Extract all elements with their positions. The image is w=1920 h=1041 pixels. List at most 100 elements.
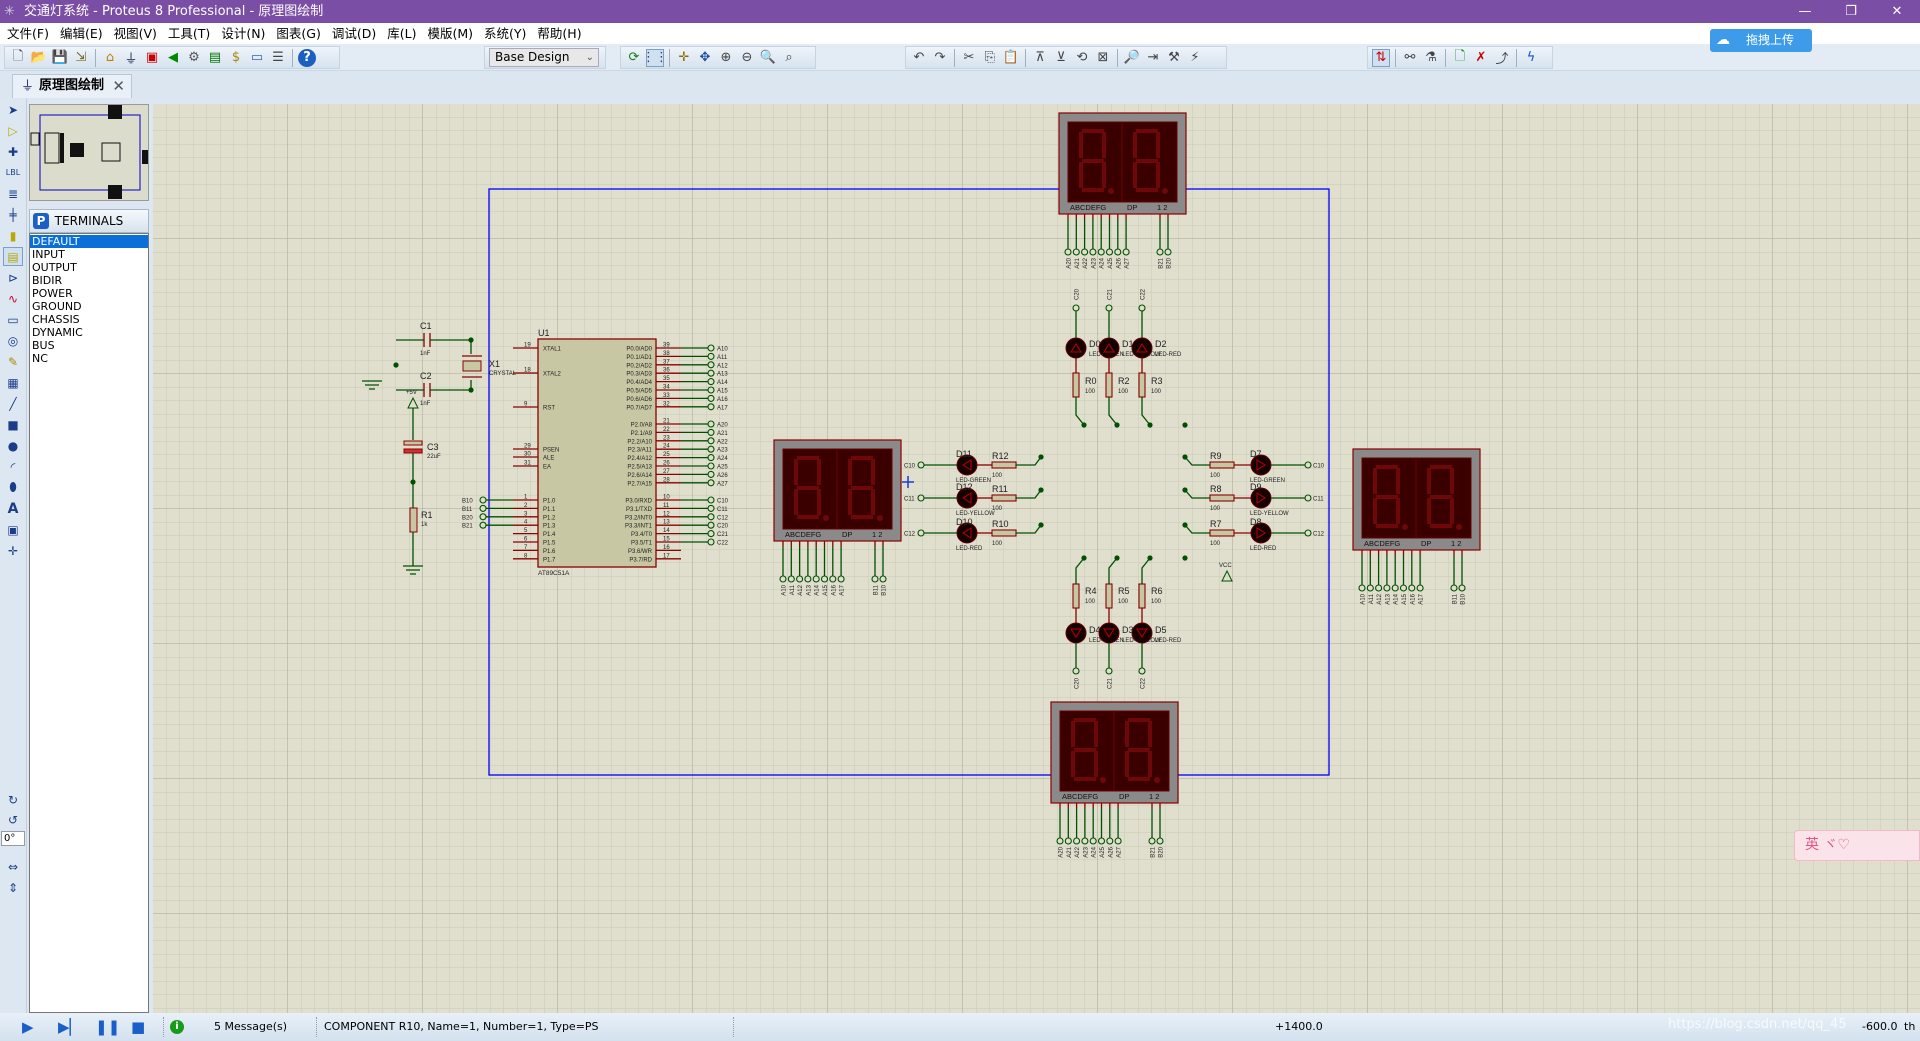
menu-system[interactable]: 系统(Y) xyxy=(481,23,534,44)
text-script-icon[interactable]: ≣ xyxy=(3,184,23,203)
notes-icon[interactable]: ☰ xyxy=(269,49,287,67)
device-pins-icon[interactable]: ⊳ xyxy=(3,268,23,287)
bill-of-materials-icon[interactable]: $ xyxy=(227,49,245,67)
menu-library[interactable]: 库(L) xyxy=(384,23,424,44)
line-icon[interactable]: ╱ xyxy=(3,394,23,413)
block-rotate-icon[interactable]: ⟲ xyxy=(1073,49,1091,67)
terminals-list[interactable]: DEFAULT INPUT OUTPUT BIDIR POWER GROUND … xyxy=(29,233,149,1013)
mirror-vertical-icon[interactable]: ⇕ xyxy=(3,878,23,897)
symbol-icon[interactable]: ▣ xyxy=(3,520,23,539)
path-icon[interactable]: ⬮ xyxy=(3,478,23,497)
terminal-item-bus[interactable]: BUS xyxy=(30,339,148,352)
terminal-item-dynamic[interactable]: DYNAMIC xyxy=(30,326,148,339)
play-button[interactable]: ▶ xyxy=(22,1013,34,1041)
terminal-item-default[interactable]: DEFAULT xyxy=(30,235,148,248)
arc-icon[interactable]: ◜ xyxy=(3,457,23,476)
component-mode-icon[interactable]: ▷ xyxy=(3,121,23,140)
import-icon[interactable]: ⇲ xyxy=(72,49,90,67)
save-icon[interactable]: 💾 xyxy=(51,49,69,67)
circle-icon[interactable]: ● xyxy=(3,436,23,455)
gerber-icon[interactable]: ◀ xyxy=(164,49,182,67)
voltage-probe-icon[interactable]: ✎ xyxy=(3,352,23,371)
zoom-all-icon[interactable]: 🔍 xyxy=(759,49,777,67)
menu-design[interactable]: 设计(N) xyxy=(218,23,273,44)
open-folder-icon[interactable]: 📂 xyxy=(30,49,48,67)
origin-icon[interactable]: ✛ xyxy=(675,49,693,67)
pan-icon[interactable]: ✥ xyxy=(696,49,714,67)
close-tab-icon[interactable]: ✕ xyxy=(112,75,125,97)
refresh-icon[interactable]: ⟳ xyxy=(625,49,643,67)
ime-widget[interactable]: 英 ヾ♡ xyxy=(1794,830,1920,861)
menu-graph[interactable]: 图表(G) xyxy=(273,23,328,44)
undo-icon[interactable]: ↶ xyxy=(910,49,928,67)
menu-debug[interactable]: 调试(D) xyxy=(329,23,384,44)
redo-icon[interactable]: ↷ xyxy=(931,49,949,67)
terminal-item-ground[interactable]: GROUND xyxy=(30,300,148,313)
design-variant-select[interactable]: Base Design ⌄ xyxy=(489,48,599,67)
restore-button[interactable]: ❐ xyxy=(1828,0,1874,23)
copy-icon[interactable]: ⎘ xyxy=(981,49,999,67)
block-delete-icon[interactable]: ⊠ xyxy=(1094,49,1112,67)
menu-edit[interactable]: 编辑(E) xyxy=(57,23,111,44)
subcircuit-icon[interactable]: ▮ xyxy=(3,226,23,245)
electrical-rules-check-icon[interactable]: ϟ xyxy=(1522,49,1540,67)
rotate-clockwise-icon[interactable]: ↻ xyxy=(3,790,23,809)
wire-autorouter-icon[interactable]: ⇅ xyxy=(1372,48,1390,67)
packaging-tool-icon[interactable]: ⚒ xyxy=(1165,49,1183,67)
overview-window[interactable] xyxy=(29,104,150,201)
schematic-canvas[interactable]: U1AT89C51A19XTAL118XTAL29RST29PSEN30ALE3… xyxy=(153,104,1920,1013)
search-tag-icon[interactable]: ⚯ xyxy=(1401,49,1419,67)
paste-icon[interactable]: 📋 xyxy=(1002,49,1020,67)
text-icon[interactable]: A xyxy=(3,499,23,518)
rotate-anticlockwise-icon[interactable]: ↺ xyxy=(3,810,23,829)
menu-template[interactable]: 模版(M) xyxy=(424,23,481,44)
decompose-icon[interactable]: ⚡ xyxy=(1186,49,1204,67)
upload-button[interactable]: ☁ 拖拽上传 xyxy=(1710,29,1812,52)
terminal-item-bidir[interactable]: BIDIR xyxy=(30,274,148,287)
menu-help[interactable]: 帮助(H) xyxy=(534,23,589,44)
menu-view[interactable]: 视图(V) xyxy=(111,23,165,44)
home-icon[interactable]: ⌂ xyxy=(101,49,119,67)
pick-devices-button[interactable]: P xyxy=(33,213,49,229)
new-file-icon[interactable]: 🗋 xyxy=(9,49,27,67)
block-move-icon[interactable]: ⊻ xyxy=(1052,49,1070,67)
zoom-in-icon[interactable]: ⊕ xyxy=(717,49,735,67)
terminal-item-input[interactable]: INPUT xyxy=(30,248,148,261)
mirror-horizontal-icon[interactable]: ⇔ xyxy=(3,857,23,876)
grid-toggle-icon[interactable]: ⋮⋮ xyxy=(642,48,668,67)
pause-button[interactable]: ❚❚ xyxy=(95,1013,120,1041)
stop-button[interactable]: ■ xyxy=(131,1013,145,1041)
source-code-icon[interactable]: ▤ xyxy=(206,49,224,67)
cut-icon[interactable]: ✂ xyxy=(960,49,978,67)
make-device-icon[interactable]: ⇥ xyxy=(1144,49,1162,67)
junction-dot-icon[interactable]: ✚ xyxy=(3,142,23,161)
box-icon[interactable]: ■ xyxy=(3,415,23,434)
terminal-item-output[interactable]: OUTPUT xyxy=(30,261,148,274)
remove-sheet-icon[interactable]: ✗ xyxy=(1472,49,1490,67)
info-icon[interactable]: i xyxy=(170,1020,184,1034)
generator-icon[interactable]: ◎ xyxy=(3,331,23,350)
virtual-instruments-icon[interactable]: ▦ xyxy=(3,373,23,392)
rotation-angle-input[interactable]: 0° xyxy=(1,831,25,846)
terminal-item-nc[interactable]: NC xyxy=(30,352,148,365)
step-button[interactable]: ▶▏ xyxy=(58,1013,81,1041)
selection-mode-icon[interactable]: ➤ xyxy=(3,100,23,119)
zoom-out-icon[interactable]: ⊖ xyxy=(738,49,756,67)
zoom-area-icon[interactable]: ⌕ xyxy=(780,49,798,67)
terminal-item-chassis[interactable]: CHASSIS xyxy=(30,313,148,326)
menu-file[interactable]: 文件(F) xyxy=(4,23,57,44)
3d-viewer-icon[interactable]: ⚙ xyxy=(185,49,203,67)
close-window-button[interactable]: ✕ xyxy=(1874,0,1920,23)
design-explorer-icon[interactable]: ▭ xyxy=(248,49,266,67)
buses-icon[interactable]: ╪ xyxy=(3,205,23,224)
tab-schematic-capture[interactable]: ⏚ 原理图绘制 ✕ xyxy=(12,74,132,98)
pcb-icon[interactable]: ▣ xyxy=(143,49,161,67)
graph-mode-icon[interactable]: ∿ xyxy=(3,289,23,308)
tape-recorder-icon[interactable]: ▭ xyxy=(3,310,23,329)
terminal-item-power[interactable]: POWER xyxy=(30,287,148,300)
wire-label-icon[interactable]: LBL xyxy=(3,163,23,182)
pick-device-icon[interactable]: 🔎 xyxy=(1123,49,1141,67)
exit-to-parent-icon[interactable]: ⤴ xyxy=(1493,49,1511,67)
menu-tools[interactable]: 工具(T) xyxy=(165,23,218,44)
new-sheet-icon[interactable]: 🗋 xyxy=(1451,49,1469,67)
